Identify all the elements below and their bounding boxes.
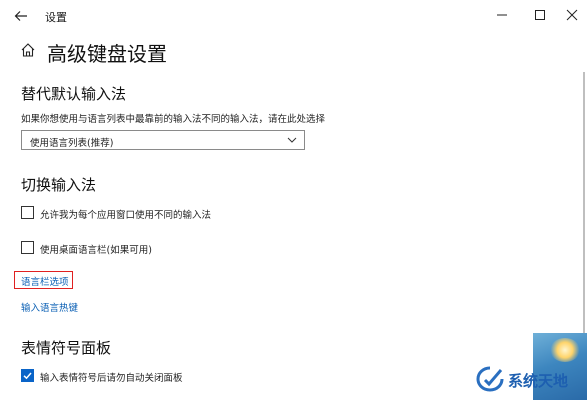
per-app-input-checkbox[interactable] — [21, 206, 34, 219]
watermark-logo-icon — [476, 366, 504, 392]
wallpaper-sun — [550, 338, 580, 362]
section-heading-override: 替代默认输入法 — [21, 85, 127, 103]
desktop-language-bar-checkbox[interactable] — [21, 241, 34, 254]
per-app-input-label: 允许我为每个应用窗口使用不同的输入法 — [40, 210, 212, 221]
emoji-panel-checkbox[interactable] — [21, 369, 34, 382]
override-description: 如果你想使用与语言列表中最靠前的输入法不同的输入法，请在此处选择 — [21, 114, 326, 125]
maximize-icon[interactable] — [530, 6, 550, 24]
close-icon[interactable] — [562, 6, 582, 24]
desktop-language-bar-label: 使用桌面语言栏(如果可用) — [40, 245, 152, 256]
section-heading-switch: 切换输入法 — [21, 176, 97, 194]
watermark-text: 系统天地 — [508, 372, 569, 390]
checkmark-icon — [22, 372, 32, 379]
title-bar: 设置 — [0, 0, 587, 30]
emoji-panel-label: 输入表情符号后请勿自动关闭面板 — [40, 373, 183, 384]
dropdown-selected-value: 使用语言列表(推荐) — [30, 138, 114, 149]
window-title: 设置 — [45, 11, 67, 24]
language-bar-options-link[interactable]: 语言栏选项 — [21, 274, 69, 288]
chevron-down-icon — [287, 137, 297, 143]
input-method-dropdown[interactable]: 使用语言列表(推荐) — [21, 130, 305, 150]
input-language-hotkeys-link[interactable]: 输入语言热键 — [21, 300, 78, 314]
home-icon[interactable] — [20, 42, 36, 58]
back-arrow-icon[interactable] — [14, 9, 28, 23]
section-heading-emoji: 表情符号面板 — [21, 339, 112, 357]
page-title: 高级键盘设置 — [47, 42, 167, 66]
minimize-icon[interactable] — [492, 6, 512, 24]
scrollbar[interactable] — [583, 72, 585, 344]
